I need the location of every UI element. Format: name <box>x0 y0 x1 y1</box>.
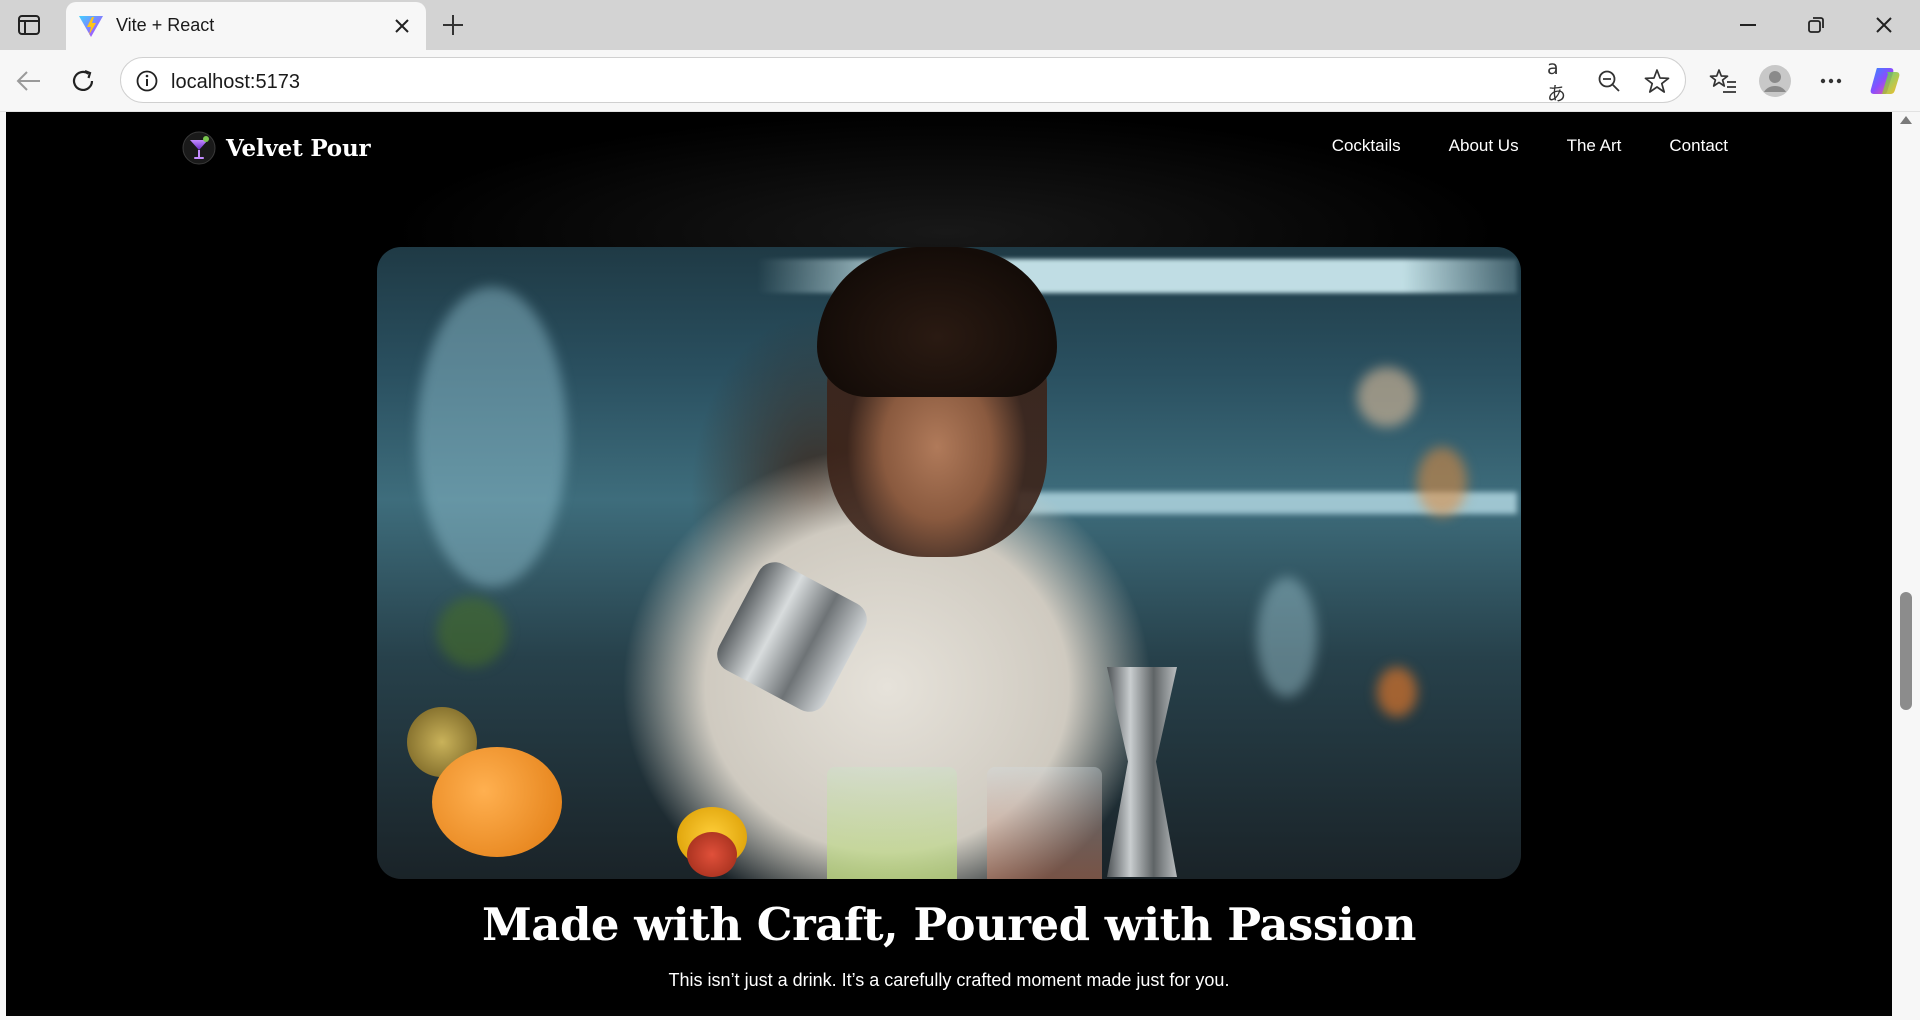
translate-icon[interactable]: aあ <box>1547 57 1575 105</box>
nav-link-about-us[interactable]: About Us <box>1449 136 1519 156</box>
tab-title: Vite + React <box>116 15 215 35</box>
hero-headline: Made with Craft, Poured with Passion <box>481 898 1417 951</box>
scroll-thumb[interactable] <box>1900 592 1912 710</box>
site-info-icon[interactable] <box>135 69 159 93</box>
scroll-up-arrow-icon[interactable] <box>1900 116 1912 124</box>
nav-link-the-art[interactable]: The Art <box>1567 136 1622 156</box>
new-tab-button[interactable] <box>436 8 470 42</box>
hero-subline: This isn’t just a drink. It’s a carefull… <box>668 970 1230 990</box>
profile-avatar-icon[interactable] <box>1756 62 1794 100</box>
url-text[interactable]: localhost:5173 <box>171 71 300 94</box>
browser-tab-bar: Vite + React <box>0 0 1920 50</box>
page-scrollbar[interactable] <box>1892 112 1920 1016</box>
browser-toolbar: localhost:5173 aあ <box>0 50 1920 112</box>
minimize-icon[interactable] <box>1718 8 1778 42</box>
nav-link-cocktails[interactable]: Cocktails <box>1332 136 1401 156</box>
restore-icon[interactable] <box>1786 8 1846 42</box>
brand-name: Velvet Pour <box>226 134 371 162</box>
hero-bartender-image <box>377 247 1521 879</box>
zoom-out-icon[interactable] <box>1595 67 1623 95</box>
favorite-star-icon[interactable] <box>1643 67 1671 95</box>
browser-tab[interactable]: Vite + React <box>66 2 426 50</box>
address-bar[interactable]: localhost:5173 aあ <box>120 57 1686 105</box>
main-nav: Cocktails About Us The Art Contact <box>1332 136 1728 156</box>
cocktail-glass-icon <box>182 131 216 165</box>
reload-icon[interactable] <box>64 62 102 100</box>
site-navbar: Velvet Pour Cocktails About Us The Art C… <box>6 112 1892 182</box>
vite-favicon-icon <box>78 14 104 38</box>
page-viewport: Velvet Pour Cocktails About Us The Art C… <box>6 112 1892 1016</box>
favorites-list-icon[interactable] <box>1704 62 1742 100</box>
brand-logo[interactable]: Velvet Pour <box>182 130 371 166</box>
nav-link-contact[interactable]: Contact <box>1669 136 1728 156</box>
back-arrow-icon[interactable] <box>10 62 48 100</box>
close-window-icon[interactable] <box>1854 8 1914 42</box>
close-tab-icon[interactable] <box>388 12 416 40</box>
more-options-icon[interactable] <box>1812 62 1850 100</box>
copilot-icon[interactable] <box>1866 62 1904 100</box>
tab-actions-icon[interactable] <box>14 12 44 38</box>
